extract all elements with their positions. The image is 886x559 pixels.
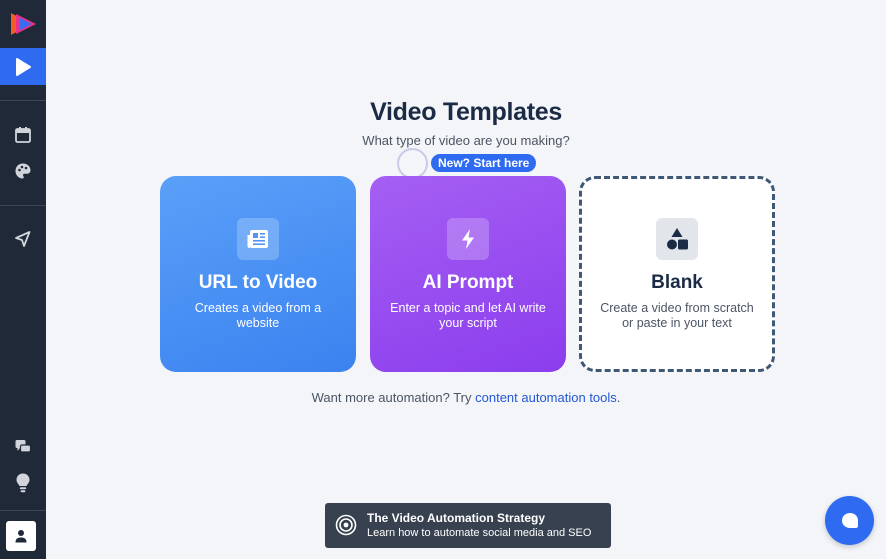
card-description: Enter a topic and let AI write your scri…	[390, 301, 546, 330]
sidebar-divider	[0, 205, 46, 206]
sidebar-item-ideas[interactable]	[0, 470, 46, 496]
account-button[interactable]	[6, 521, 36, 551]
calendar-icon	[15, 127, 31, 143]
automation-hint-suffix: .	[616, 390, 621, 405]
chat-launcher-button[interactable]	[825, 496, 874, 545]
card-description: Creates a video from a website	[194, 301, 322, 330]
palette-icon	[15, 163, 31, 179]
lightning-icon	[447, 218, 489, 260]
automation-hint-prefix: Want more automation? Try	[311, 390, 476, 405]
automation-hint: Want more automation? Try content automa…	[46, 390, 886, 405]
content-automation-link[interactable]: content automation tools	[475, 390, 617, 405]
page-subtitle: What type of video are you making?	[362, 133, 570, 148]
url-to-video-card[interactable]: URL to Video Creates a video from a webs…	[160, 176, 356, 372]
app-logo[interactable]	[8, 10, 38, 38]
target-icon	[335, 514, 357, 536]
send-icon	[15, 231, 31, 247]
sidebar-item-publish[interactable]	[0, 226, 46, 252]
card-description: Create a video from scratch or paste in …	[600, 301, 754, 330]
card-title: URL to Video	[198, 272, 318, 293]
sidebar-divider	[0, 510, 46, 511]
start-here-badge[interactable]: New? Start here	[431, 154, 537, 172]
blank-card[interactable]: Blank Create a video from scratch or pas…	[579, 176, 775, 372]
sidebar-divider	[0, 100, 46, 101]
ai-prompt-card[interactable]: AI Prompt Enter a topic and let AI write…	[370, 176, 566, 372]
banner-subtitle: Learn how to automate social media and S…	[367, 527, 592, 539]
strategy-banner[interactable]: The Video Automation Strategy Learn how …	[325, 503, 611, 548]
sidebar-item-feedback[interactable]	[0, 434, 46, 460]
tour-pointer	[397, 148, 428, 179]
sidebar-item-brand[interactable]	[0, 158, 46, 184]
card-title: AI Prompt	[422, 272, 514, 293]
user-icon	[15, 530, 27, 543]
page-title: Video Templates	[370, 98, 562, 126]
banner-title: The Video Automation Strategy	[367, 511, 546, 525]
sidebar	[0, 0, 46, 559]
chat-icon	[15, 440, 32, 453]
newspaper-icon	[237, 218, 279, 260]
card-title: Blank	[651, 272, 703, 293]
lightbulb-icon	[16, 473, 30, 493]
shapes-icon	[656, 218, 698, 260]
play-icon	[16, 57, 31, 76]
chat-bubble-icon	[841, 512, 858, 528]
sidebar-item-videos[interactable]	[0, 48, 46, 85]
sidebar-item-calendar[interactable]	[0, 122, 46, 148]
